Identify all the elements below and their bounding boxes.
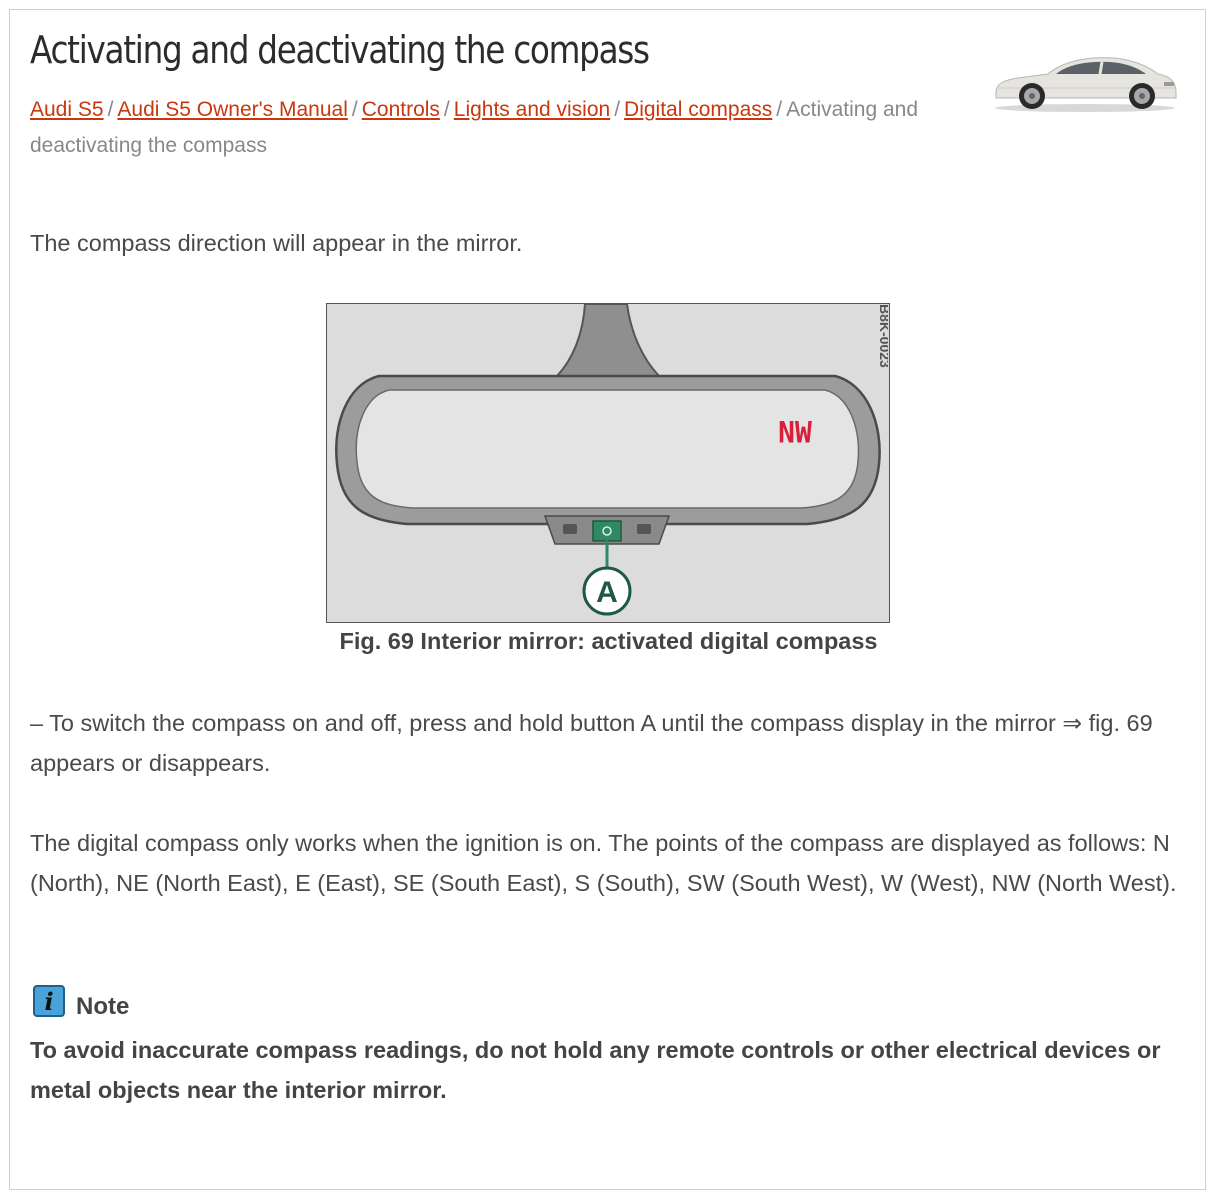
note-title: Note (76, 993, 130, 1020)
callout-label: A (596, 576, 618, 609)
breadcrumb-separator: / (776, 98, 783, 121)
breadcrumb-separator: / (351, 98, 358, 121)
step-paragraph: – To switch the compass on and off, pres… (30, 710, 1153, 776)
intro-paragraph: The compass direction will appear in the… (30, 230, 523, 256)
page-title: Activating and deactivating the compass (30, 28, 650, 72)
breadcrumb-link-controls[interactable]: Controls (362, 98, 440, 121)
mirror-illustration: A NW B8K-0023 (327, 303, 893, 621)
breadcrumb-separator: / (107, 98, 114, 121)
info-icon-glyph: i (44, 987, 53, 1016)
breadcrumb-link-digital-compass[interactable]: Digital compass (624, 98, 772, 121)
figure-caption: Fig. 69 Interior mirror: activated digit… (339, 628, 878, 654)
figure-mirror: A NW B8K-0023 (326, 303, 893, 623)
figure-code: B8K-0023 (877, 304, 888, 368)
breadcrumb-separator: / (614, 98, 621, 121)
compass-reading: NW (778, 415, 812, 450)
breadcrumb-separator: / (443, 98, 450, 121)
breadcrumb-link-lights-and-vision[interactable]: Lights and vision (454, 98, 610, 121)
info-icon: i (33, 985, 65, 1017)
note-text: To avoid inaccurate compass readings, do… (30, 1037, 1161, 1103)
breadcrumb: Audi S5/Audi S5 Owner's Manual / Controls /… (30, 92, 990, 164)
breadcrumb-link-owners-manual[interactable]: Audi S5 Owner's Manual (117, 98, 347, 121)
info-paragraph: The digital compass only works when the … (30, 830, 1177, 896)
breadcrumb-link-audi-s5[interactable]: Audi S5 (30, 98, 104, 121)
car-image (995, 57, 1177, 112)
